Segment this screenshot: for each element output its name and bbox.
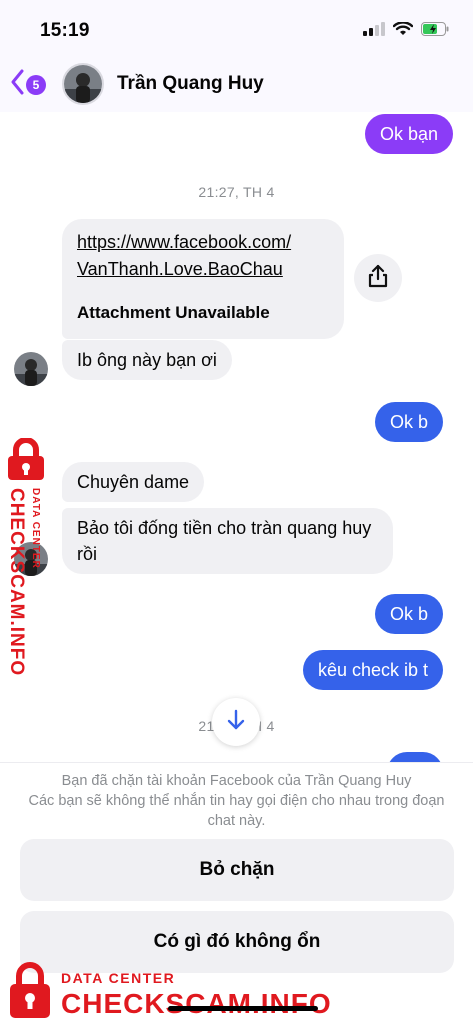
watermark-text-small: DATA CENTER — [30, 488, 41, 569]
incoming-message[interactable]: Chuyên dame — [62, 462, 205, 502]
chevron-left-icon — [10, 69, 24, 100]
watermark-text-small: DATA CENTER — [61, 970, 176, 986]
watermark-text-big: CHECKSCAM.INFO — [61, 988, 332, 1019]
padlock-icon — [2, 437, 50, 487]
contact-name[interactable]: Trần Quang Huy — [117, 73, 264, 95]
shared-link-url[interactable]: https://www.facebook.com/ VanThanh.Love.… — [77, 229, 329, 283]
status-icons — [363, 21, 449, 41]
incoming-message[interactable]: Bảo tôi đống tiền cho tràn quang huy rồi — [62, 508, 393, 574]
share-icon — [367, 264, 389, 293]
home-indicator[interactable] — [168, 1006, 318, 1011]
status-bar: 15:19 — [0, 0, 473, 56]
shared-link-card[interactable]: https://www.facebook.com/ VanThanh.Love.… — [62, 219, 344, 339]
watermark-text-big: CHECKSCAM.INFO — [6, 488, 27, 677]
back-button[interactable]: 5 — [10, 69, 46, 100]
message-timestamp: 21:27, TH 4 — [198, 184, 275, 200]
outgoing-message[interactable]: kêu check ib t — [302, 650, 443, 690]
contact-avatar[interactable] — [62, 63, 104, 105]
shared-link-url-line1: https://www.facebook.com/ — [77, 232, 292, 252]
chat-header: 5 Trần Quang Huy — [0, 56, 473, 112]
blocked-notice-title: Bạn đã chặn tài khoản Facebook của Trần … — [61, 773, 412, 789]
outgoing-message[interactable]: Ok b — [374, 402, 443, 442]
cellular-signal-icon — [363, 22, 385, 41]
outgoing-message[interactable]: Ok bạn — [364, 114, 453, 154]
unblock-button[interactable]: Bỏ chặn — [20, 839, 454, 901]
blocked-notice-detail: Các bạn sẽ không thể nhắn tin hay gọi đi… — [28, 793, 445, 829]
padlock-icon — [6, 960, 54, 1024]
blocked-notice: Bạn đã chặn tài khoản Facebook của Trần … — [20, 771, 453, 831]
message-list[interactable]: Ok bạn 21:27, TH 4 https://www.facebook.… — [0, 112, 473, 762]
attachment-status: Attachment Unavailable — [77, 303, 270, 322]
watermark-horizontal: DATA CENTER CHECKSCAM.INFO — [6, 960, 466, 1024]
share-button[interactable] — [354, 254, 402, 302]
incoming-message[interactable]: Ib ông này bạn ơi — [62, 340, 232, 380]
shared-link-url-line2: VanThanh.Love.BaoChau — [77, 259, 283, 279]
outgoing-message[interactable]: Ok b — [374, 594, 443, 634]
unread-count-badge: 5 — [26, 74, 46, 95]
wifi-icon — [392, 21, 414, 41]
sender-avatar[interactable] — [14, 352, 48, 386]
arrow-down-icon — [226, 709, 246, 736]
battery-charging-icon — [421, 22, 449, 41]
watermark-vertical: CHECKSCAM.INFO DATA CENTER — [0, 437, 56, 676]
scroll-to-bottom-button[interactable] — [212, 698, 260, 746]
status-time: 15:19 — [40, 20, 90, 41]
outgoing-message-partial[interactable] — [387, 752, 443, 762]
